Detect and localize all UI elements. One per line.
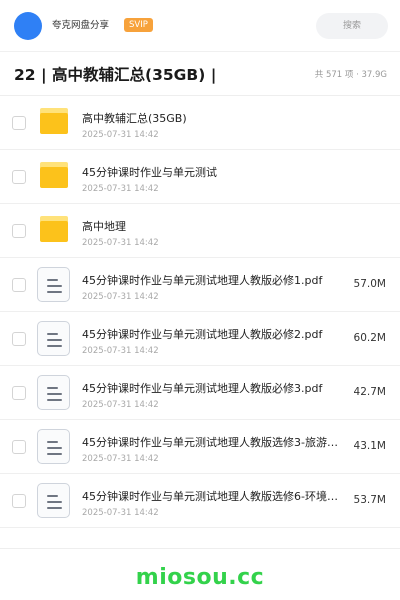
list-item[interactable]: 高中地理 2025-07-31 14:42 (0, 204, 400, 258)
document-icon (37, 483, 70, 518)
select-checkbox[interactable] (12, 116, 26, 130)
file-name: 45分钟课时作业与单元测试地理人教版选修6-环境保… (82, 490, 348, 503)
file-size: 60.2M (353, 332, 386, 344)
select-checkbox[interactable] (12, 440, 26, 454)
item-summary: 共 571 项 · 37.9G (314, 70, 387, 80)
list-item[interactable]: 45分钟课时作业与单元测试地理人教版选修6-环境保… 2025-07-31 14… (0, 474, 400, 528)
file-date: 2025-07-31 14:42 (82, 292, 159, 302)
file-name: 45分钟课时作业与单元测试地理人教版必修2.pdf (82, 328, 323, 341)
file-name: 高中教辅汇总(35GB) (82, 112, 187, 125)
file-size: 53.7M (353, 494, 386, 506)
select-checkbox[interactable] (12, 224, 26, 238)
file-name: 45分钟课时作业与单元测试地理人教版选修3-旅游地… (82, 436, 348, 449)
file-date: 2025-07-31 14:42 (82, 400, 159, 410)
document-icon (37, 429, 70, 464)
file-date: 2025-07-31 14:42 (82, 130, 159, 140)
top-header: 夸克网盘分享 SVIP 搜索 (0, 0, 400, 52)
file-date: 2025-07-31 14:42 (82, 346, 159, 356)
list-item[interactable]: 45分钟课时作业与单元测试地理人教版必修2.pdf 2025-07-31 14:… (0, 312, 400, 366)
list-item[interactable]: 45分钟课时作业与单元测试地理人教版必修3.pdf 2025-07-31 14:… (0, 366, 400, 420)
file-date: 2025-07-31 14:42 (82, 184, 159, 194)
select-checkbox[interactable] (12, 494, 26, 508)
list-item[interactable]: 45分钟课时作业与单元测试地理人教版选修3-旅游地… 2025-07-31 14… (0, 420, 400, 474)
list-item[interactable]: 45分钟课时作业与单元测试地理人教版必修1.pdf 2025-07-31 14:… (0, 258, 400, 312)
footer-divider (0, 548, 400, 549)
folder-icon (40, 216, 68, 242)
file-date: 2025-07-31 14:42 (82, 238, 159, 248)
file-size: 57.0M (353, 278, 386, 290)
file-name: 45分钟课时作业与单元测试地理人教版必修3.pdf (82, 382, 323, 395)
document-icon (37, 375, 70, 410)
watermark: miosou.cc (135, 565, 265, 590)
file-list: 高中教辅汇总(35GB) 2025-07-31 14:42 45分钟课时作业与单… (0, 96, 400, 528)
file-date: 2025-07-31 14:42 (82, 454, 159, 464)
file-size: 43.1M (353, 440, 386, 452)
file-size: 42.7M (353, 386, 386, 398)
file-date: 2025-07-31 14:42 (82, 508, 159, 518)
folder-title-bar: 22 | 高中教辅汇总(35GB) | 共 571 项 · 37.9G (0, 52, 400, 96)
list-item[interactable]: 45分钟课时作业与单元测试 2025-07-31 14:42 (0, 150, 400, 204)
site-name: 夸克网盘分享 (52, 20, 110, 31)
list-item[interactable]: 高中教辅汇总(35GB) 2025-07-31 14:42 (0, 96, 400, 150)
folder-icon (40, 108, 68, 134)
select-checkbox[interactable] (12, 332, 26, 346)
document-icon (37, 267, 70, 302)
svip-badge: SVIP (124, 18, 153, 32)
avatar[interactable] (14, 12, 42, 40)
file-name: 45分钟课时作业与单元测试 (82, 166, 217, 179)
document-icon (37, 321, 70, 356)
search-button[interactable]: 搜索 (316, 13, 388, 39)
page-title: 22 | 高中教辅汇总(35GB) | (14, 66, 217, 84)
select-checkbox[interactable] (12, 386, 26, 400)
file-name: 45分钟课时作业与单元测试地理人教版必修1.pdf (82, 274, 323, 287)
folder-icon (40, 162, 68, 188)
select-checkbox[interactable] (12, 278, 26, 292)
file-name: 高中地理 (82, 220, 126, 233)
select-checkbox[interactable] (12, 170, 26, 184)
